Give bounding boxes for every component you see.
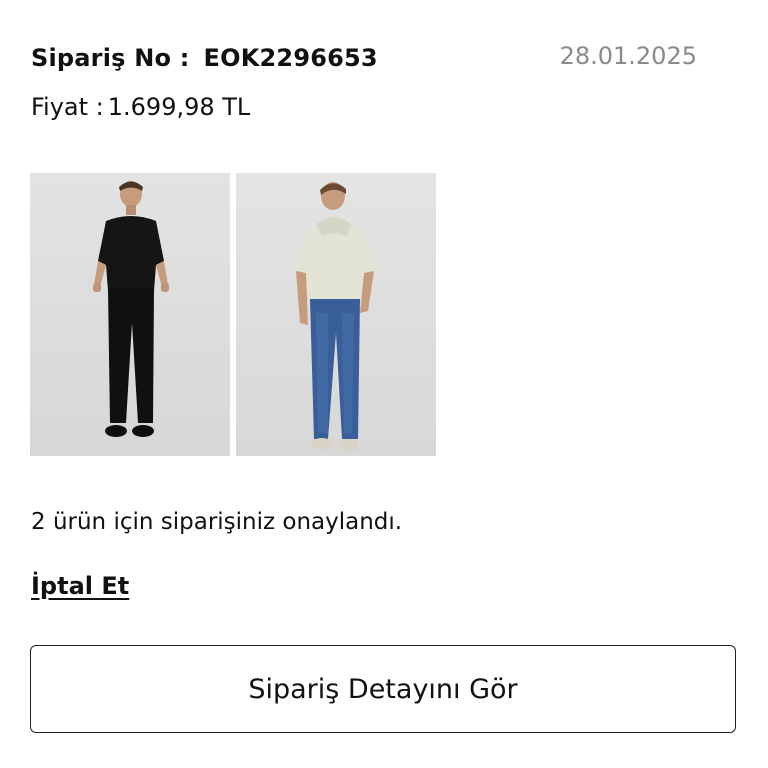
order-date: 28.01.2025 — [559, 42, 697, 70]
price-label: Fiyat : — [31, 93, 104, 121]
cancel-order-link[interactable]: İptal Et — [31, 572, 129, 600]
order-number: Sipariş No : EOK2296653 — [31, 44, 378, 72]
order-number-label: Sipariş No : — [31, 44, 190, 72]
price-value: 1.699,98 TL — [107, 93, 251, 121]
product-photo — [93, 181, 169, 437]
order-card: Sipariş No : EOK2296653 28.01.2025 Fiyat … — [0, 0, 768, 768]
order-price: Fiyat :1.699,98 TL — [31, 93, 250, 121]
order-status-text: 2 ürün için siparişiniz onaylandı. — [31, 509, 403, 535]
order-header: Sipariş No : EOK2296653 28.01.2025 — [31, 40, 711, 80]
product-image[interactable] — [30, 173, 230, 456]
order-number-value: EOK2296653 — [203, 44, 378, 72]
product-photo — [292, 182, 380, 451]
view-order-details-button[interactable]: Sipariş Detayını Gör — [30, 645, 736, 733]
product-image[interactable] — [236, 173, 436, 456]
